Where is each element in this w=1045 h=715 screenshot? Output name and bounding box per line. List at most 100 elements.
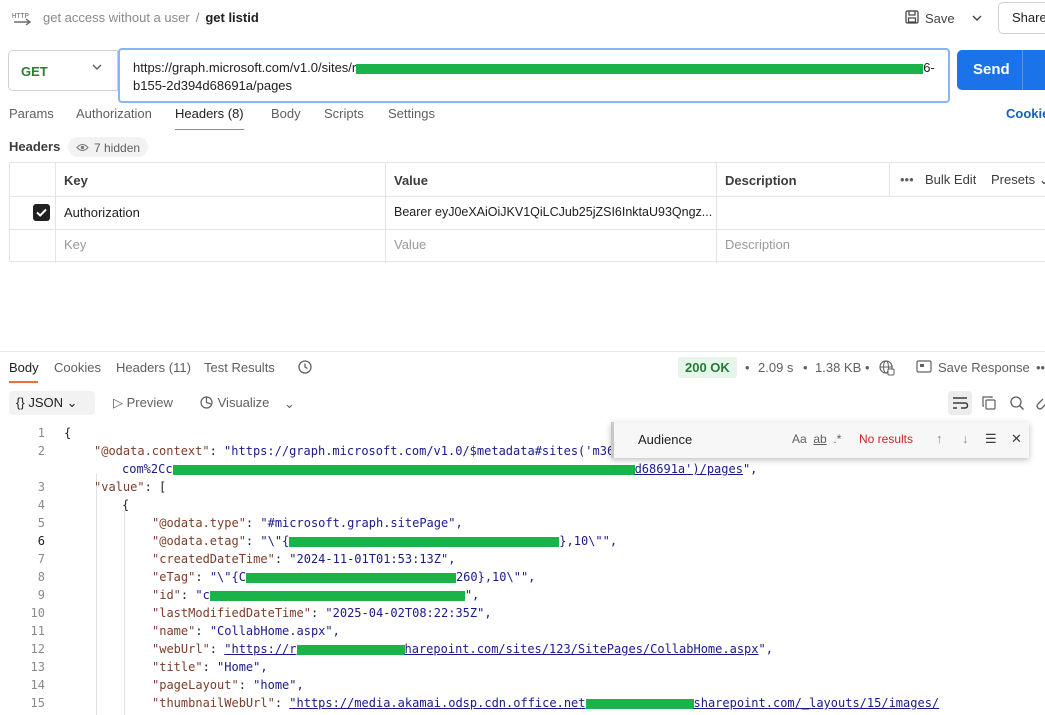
tab-scripts[interactable]: Scripts: [324, 106, 364, 130]
response-size[interactable]: 1.38 KB: [815, 360, 861, 375]
header-key-cell[interactable]: Authorization: [64, 205, 140, 220]
json-string: 260},10\"",: [455, 570, 536, 584]
response-time[interactable]: 2.09 s: [758, 360, 793, 375]
response-body-editor[interactable]: 1 2 3 4 5 6 7 8 9 10 11 12 13 14 15 { "@…: [0, 422, 1045, 715]
json-string: ",: [464, 588, 480, 602]
cookies-link[interactable]: Cookie: [1006, 106, 1045, 121]
format-label: JSON: [28, 395, 63, 410]
find-in-selection-icon[interactable]: ☰: [985, 431, 997, 447]
code-line: "createdDateTime": "2024-11-01T01:53:13Z…: [152, 552, 456, 566]
json-key: "@odata.context": [94, 444, 210, 458]
pane-divider[interactable]: [0, 351, 1045, 352]
json-key: "name": [152, 624, 196, 638]
tab-settings[interactable]: Settings: [388, 106, 435, 130]
column-header-description: Description: [725, 173, 797, 188]
code-line: "thumbnailWebUrl": "https://media.akamai…: [152, 696, 940, 710]
eye-icon: [76, 141, 89, 155]
find-result-text: No results: [859, 432, 914, 446]
new-description-input[interactable]: Description: [725, 237, 790, 252]
tab-params[interactable]: Params: [9, 106, 54, 130]
json-link[interactable]: harepoint.com/sites/123/SitePages/Collab…: [405, 642, 759, 656]
line-number: 5: [37, 516, 45, 530]
meta-dot: •: [803, 360, 808, 375]
breadcrumb-current[interactable]: get listid: [205, 10, 258, 25]
history-icon[interactable]: [297, 359, 313, 378]
response-tab-body[interactable]: Body: [9, 360, 39, 375]
json-string: "c: [195, 588, 210, 602]
chevron-down-icon: ⌄: [66, 395, 78, 410]
json-key: "value": [94, 480, 145, 494]
line-number: 8: [37, 570, 45, 584]
line-number: 3: [37, 480, 45, 494]
new-key-input[interactable]: Key: [64, 237, 86, 252]
find-input[interactable]: Audience: [638, 432, 692, 447]
url-line-1: https://graph.microsoft.com/v1.0/sites/r…: [133, 59, 938, 77]
json-link[interactable]: "https://media.akamai.odsp.cdn.office.ne…: [289, 696, 585, 710]
send-button[interactable]: Send: [957, 50, 1045, 90]
redacted-block: [245, 572, 456, 583]
match-case-toggle[interactable]: Aa: [792, 432, 807, 446]
visualize-icon: [199, 395, 214, 410]
code-line: "lastModifiedDateTime": "2025-04-02T08:2…: [152, 606, 492, 620]
new-value-input[interactable]: Value: [394, 237, 426, 252]
url-input[interactable]: https://graph.microsoft.com/v1.0/sites/r…: [118, 48, 950, 103]
save-options-chevron-down-icon[interactable]: [966, 6, 988, 30]
response-tab-cookies[interactable]: Cookies: [54, 360, 101, 375]
breadcrumb-parent[interactable]: get access without a user: [43, 10, 190, 25]
json-string: "Home",: [217, 660, 268, 674]
json-link[interactable]: sharepoint.com/_layouts/15/images/: [694, 696, 940, 710]
save-button[interactable]: Save: [905, 6, 955, 30]
more-options-icon[interactable]: •••: [900, 172, 914, 187]
more-options-icon[interactable]: ••: [1036, 360, 1045, 375]
response-tab-headers[interactable]: Headers (11): [116, 360, 191, 375]
save-response-button[interactable]: Save Response: [938, 360, 1030, 375]
visualize-button[interactable]: Visualize: [199, 395, 269, 410]
format-select[interactable]: {} JSON ⌄: [9, 391, 95, 415]
line-number: 15: [30, 696, 45, 710]
url-line-2: b155-2d394d68691a/pages: [133, 78, 293, 93]
tab-headers[interactable]: Headers (8): [175, 106, 244, 130]
close-icon[interactable]: ✕: [1011, 431, 1022, 447]
code-line: "value": [: [94, 480, 166, 494]
preview-button[interactable]: ▷ Preview: [113, 395, 173, 411]
code-line: "@odata.type": "#microsoft.graph.sitePag…: [152, 516, 463, 530]
find-widget: Audience Aa ab .* No results ↑ ↓ ☰ ✕: [611, 422, 1029, 458]
json-string: ",: [758, 642, 773, 656]
wrap-lines-icon[interactable]: [948, 391, 972, 415]
breadcrumb: get access without a user / get listid: [43, 10, 259, 25]
presets-dropdown[interactable]: Presets ⌄: [991, 172, 1045, 188]
whole-word-toggle[interactable]: ab: [813, 432, 826, 446]
presets-label: Presets: [991, 172, 1036, 187]
json-link[interactable]: "https://r: [224, 642, 296, 656]
share-button[interactable]: Share: [998, 2, 1045, 34]
braces-icon: {}: [16, 395, 25, 410]
chevron-down-icon: [90, 60, 104, 74]
save-response-icon: [916, 360, 932, 376]
save-label: Save: [925, 10, 955, 26]
header-enabled-checkbox[interactable]: [33, 204, 50, 221]
response-tab-test-results[interactable]: Test Results: [204, 360, 275, 375]
json-link[interactable]: d68691a')/pages: [635, 462, 743, 476]
next-match-arrow-down-icon[interactable]: ↓: [962, 431, 969, 446]
status-badge[interactable]: 200 OK: [678, 357, 737, 378]
link-icon[interactable]: [1035, 395, 1045, 414]
hidden-headers-toggle[interactable]: 7 hidden: [68, 137, 149, 157]
header-value-cell[interactable]: Bearer eyJ0eXAiOiJKV1QiLCJub25jZSI6Inkta…: [394, 205, 714, 219]
json-string: "https://graph.microsoft.com/v1.0/$metad…: [224, 444, 615, 458]
code-line: "name": "CollabHome.aspx",: [152, 624, 340, 638]
line-number: 6: [37, 534, 45, 548]
copy-icon[interactable]: [981, 395, 997, 414]
network-globe-icon[interactable]: [878, 359, 895, 379]
find-options: Aa ab .*: [792, 432, 841, 446]
line-number: 13: [30, 660, 45, 674]
tab-body[interactable]: Body: [271, 106, 301, 130]
tab-authorization[interactable]: Authorization: [76, 106, 152, 130]
previous-match-arrow-up-icon[interactable]: ↑: [936, 431, 943, 446]
json-key: "@odata.etag": [152, 534, 246, 548]
regex-toggle[interactable]: .*: [833, 432, 841, 446]
json-string: "\"{: [260, 534, 290, 548]
chevron-down-icon[interactable]: ⌄: [284, 396, 295, 412]
bulk-edit-button[interactable]: Bulk Edit: [925, 172, 976, 187]
search-icon[interactable]: [1009, 395, 1025, 414]
code-line: "eTag": "\"{C 260},10\"",: [152, 570, 536, 584]
